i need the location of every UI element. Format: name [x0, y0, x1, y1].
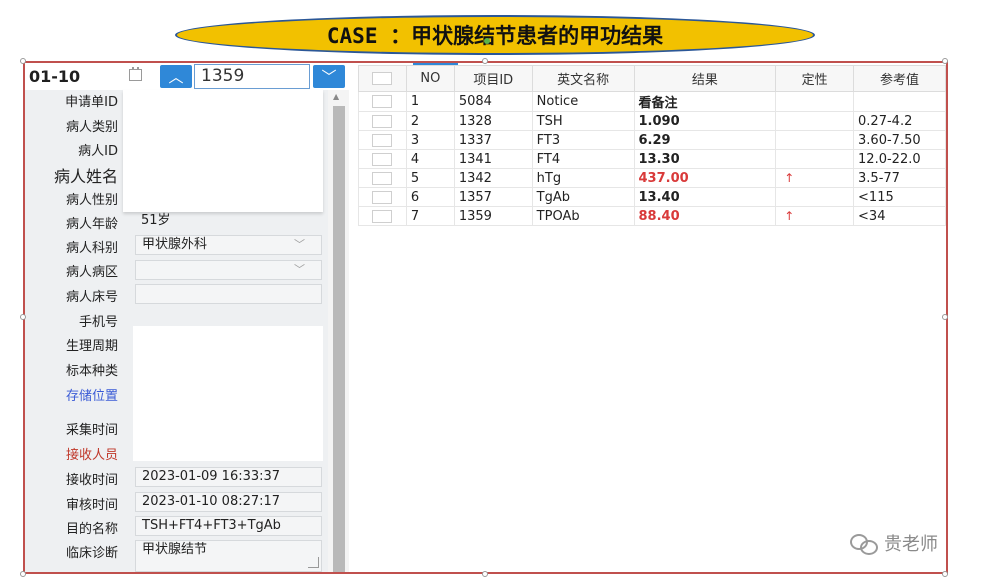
resize-handle[interactable] — [482, 58, 488, 64]
banner-title: CASE ：甲状腺结节患者的甲功结果 — [326, 24, 664, 48]
watermark-text: 贵老师 — [884, 534, 938, 555]
rotate-handle[interactable] — [484, 38, 490, 44]
watermark: 贵老师 — [850, 530, 938, 556]
selection-frame — [23, 61, 948, 574]
resize-handle[interactable] — [942, 58, 948, 64]
resize-handle[interactable] — [942, 314, 948, 320]
resize-handle[interactable] — [20, 571, 26, 577]
title-banner: CASE ：甲状腺结节患者的甲功结果 — [175, 15, 815, 55]
resize-handle[interactable] — [482, 571, 488, 577]
resize-handle[interactable] — [942, 571, 948, 577]
resize-handle[interactable] — [20, 58, 26, 64]
wechat-icon — [850, 532, 878, 555]
resize-handle[interactable] — [20, 314, 26, 320]
